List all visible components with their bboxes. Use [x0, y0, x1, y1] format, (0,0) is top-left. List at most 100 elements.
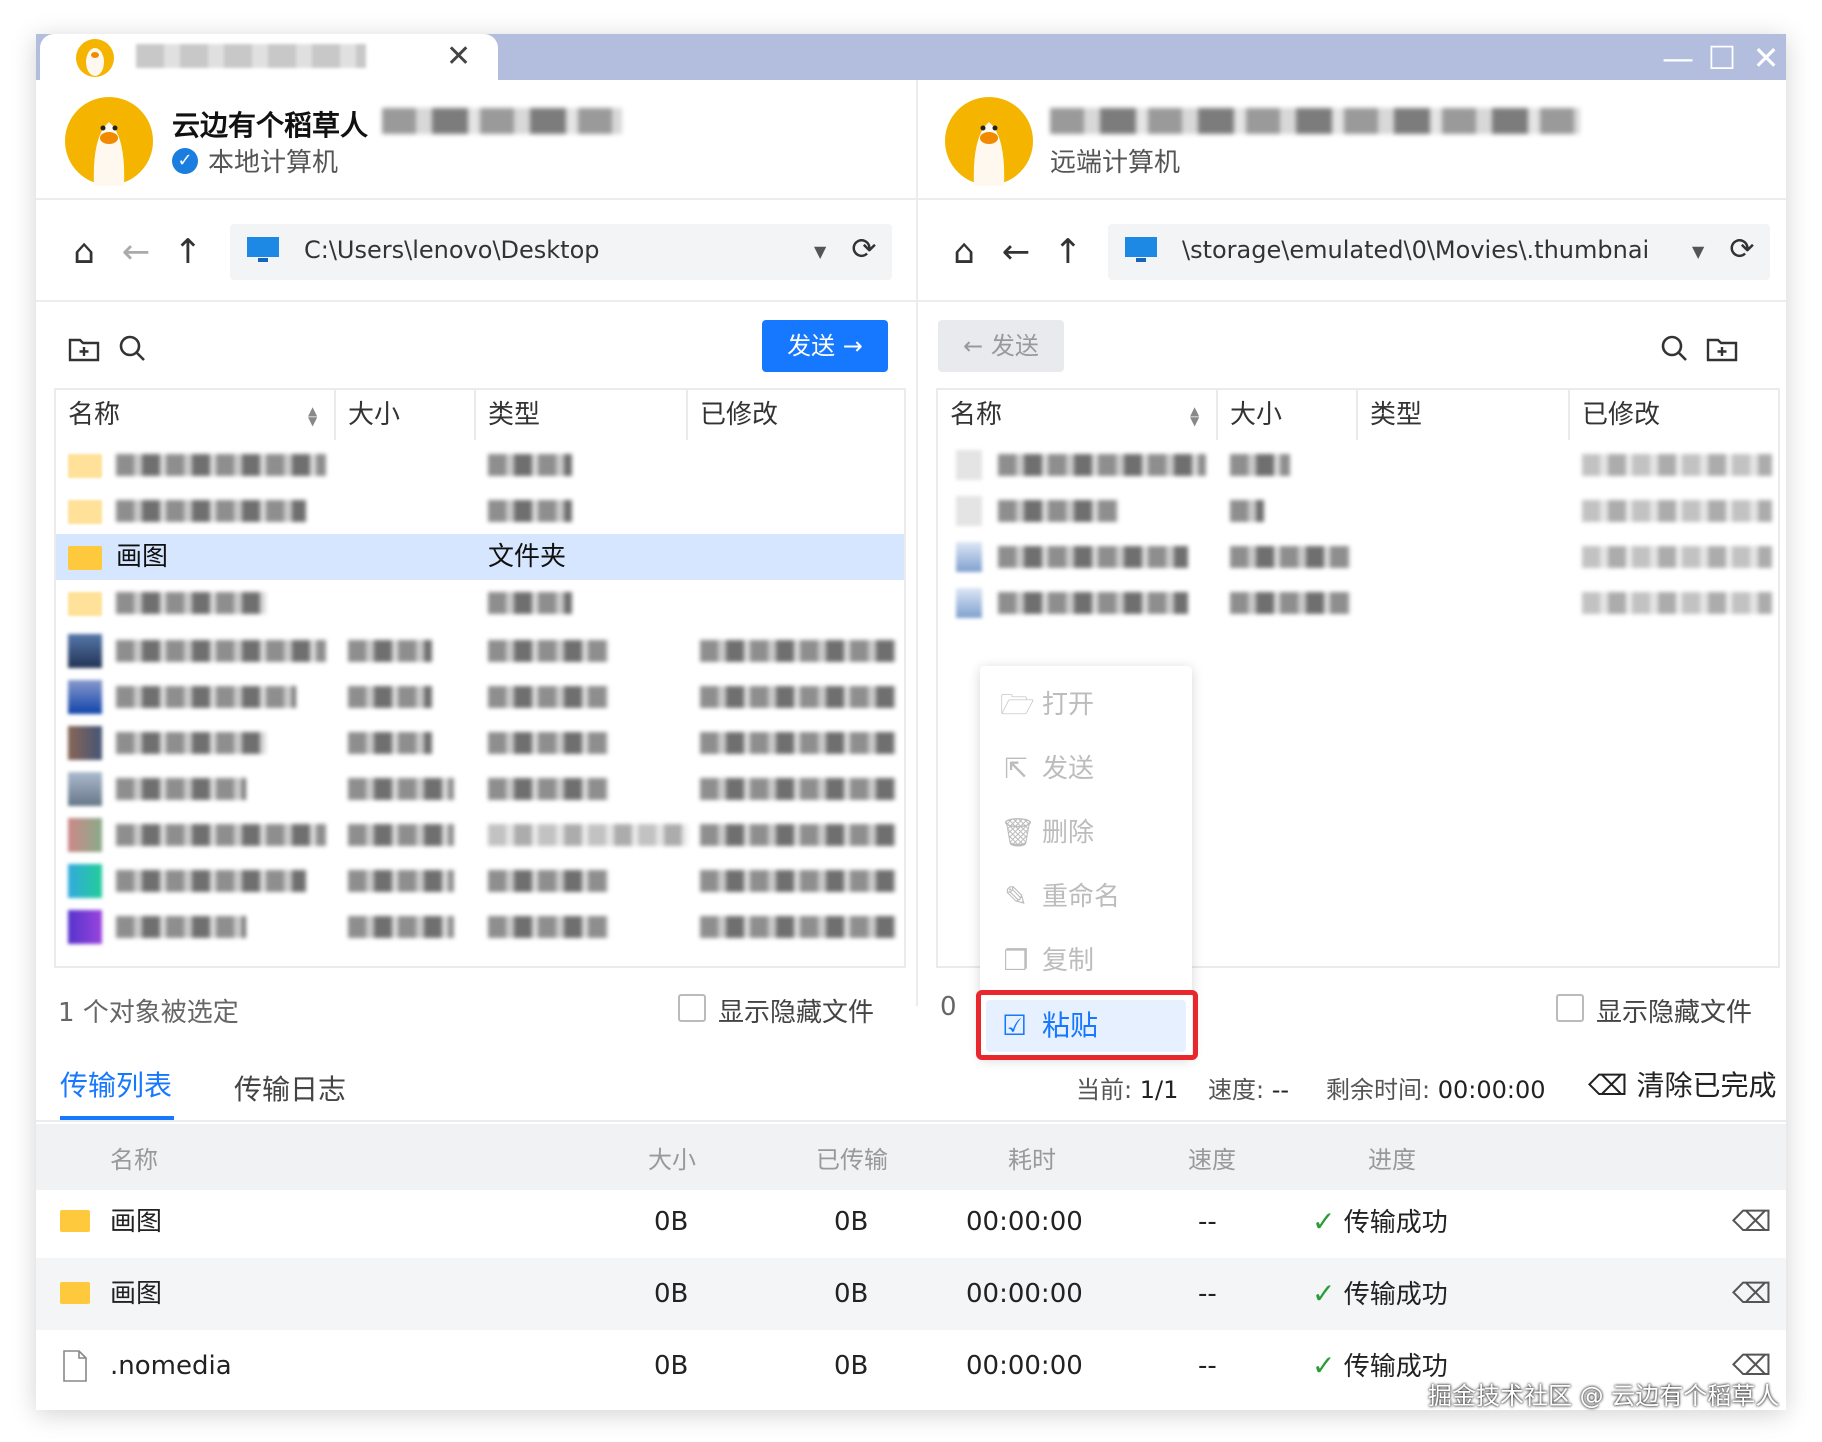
file-row-redacted[interactable]: x x x x [56, 858, 904, 904]
maximize-icon[interactable]: ☐ [1702, 38, 1742, 78]
remote-file-row-redacted[interactable]: x x x [938, 580, 1778, 626]
file-row-redacted[interactable]: x x x x [56, 812, 904, 858]
col-sep[interactable] [1216, 390, 1218, 440]
remote-refresh-icon[interactable]: ⟳ [1722, 230, 1762, 270]
col-sep[interactable] [686, 390, 688, 440]
transfer-row[interactable]: 画图 0B 0B 00:00:00 -- ✓ 传输成功 ⌫ [36, 1258, 1786, 1330]
col-type[interactable]: 类型 [488, 390, 540, 440]
refresh-icon[interactable]: ⟳ [844, 230, 884, 270]
nav-divider [36, 300, 1786, 302]
transfer-transferred: 0B [834, 1207, 869, 1237]
remote-path-box[interactable]: \storage\emulated\0\Movies\.thumbnai ▼ ⟳ [1108, 224, 1770, 280]
col-sep[interactable] [1356, 390, 1358, 440]
remote-file-row-redacted[interactable]: x x x [938, 488, 1778, 534]
remote-file-row-redacted[interactable]: x x x [938, 442, 1778, 488]
minimize-icon[interactable]: — [1658, 38, 1698, 78]
menu-label: 删除 [1042, 818, 1095, 848]
menu-label: 重命名 [1042, 882, 1121, 912]
redacted-text: x [116, 500, 306, 522]
local-file-list[interactable]: 名称 ▲▼ 大小 类型 已修改 x x x x 画图 文件夹 x x [54, 388, 906, 968]
file-row-redacted[interactable]: x x x x [56, 766, 904, 812]
remote-device-name-redacted: device [1050, 108, 1580, 134]
menu-item-delete[interactable]: 🗑 删除 [980, 804, 1192, 862]
remote-up-arrow-icon[interactable]: ↑ [1048, 232, 1088, 272]
title-bar: redacted ✕ — ☐ ✕ [36, 34, 1786, 80]
search-icon[interactable] [114, 330, 150, 366]
remote-new-folder-icon[interactable] [1704, 330, 1740, 366]
remote-col-size[interactable]: 大小 [1230, 390, 1282, 440]
col-name[interactable]: 名称 [68, 390, 120, 440]
back-arrow-icon[interactable]: ← [116, 232, 156, 272]
transfer-name: 画图 [110, 1207, 163, 1237]
remote-show-hidden-label[interactable]: 显示隐藏文件 [1596, 992, 1752, 1029]
remote-search-icon[interactable] [1656, 330, 1692, 366]
remote-path-text[interactable]: \storage\emulated\0\Movies\.thumbnai [1182, 236, 1682, 264]
menu-item-send[interactable]: ⇱ 发送 [980, 740, 1192, 798]
col-size[interactable]: 大小 [348, 390, 400, 440]
open-folder-icon: 🗁 [1000, 688, 1035, 721]
redacted-text: x [348, 640, 432, 662]
col-sep[interactable] [1568, 390, 1570, 440]
tab-close-icon[interactable]: ✕ [446, 42, 471, 72]
file-row-redacted[interactable]: x x x x [56, 628, 904, 674]
home-icon[interactable]: ⌂ [64, 232, 104, 272]
transfer-size: 0B [654, 1207, 689, 1237]
verified-check-icon: ✓ [172, 148, 198, 174]
remote-show-hidden-checkbox[interactable] [1556, 994, 1584, 1022]
remote-back-arrow-icon[interactable]: ← [996, 232, 1036, 272]
file-row-redacted[interactable]: x x x x [56, 674, 904, 720]
local-path-text[interactable]: C:\Users\lenovo\Desktop [304, 236, 804, 264]
local-show-hidden-checkbox[interactable] [678, 994, 706, 1022]
path-dropdown-icon[interactable]: ▼ [814, 242, 826, 261]
remote-col-type[interactable]: 类型 [1370, 390, 1422, 440]
remote-home-icon[interactable]: ⌂ [944, 232, 984, 272]
menu-item-copy[interactable]: ❐ 复制 [980, 932, 1192, 990]
eraser-icon[interactable]: ⌫ [1732, 1186, 1772, 1258]
send-to-local-button[interactable]: ← 发送 [938, 320, 1064, 372]
col-sep[interactable] [334, 390, 336, 440]
redacted-text: x [116, 454, 326, 476]
col-modified[interactable]: 已修改 [700, 390, 778, 440]
col-sep[interactable] [474, 390, 476, 440]
remote-col-modified[interactable]: 已修改 [1582, 390, 1660, 440]
menu-item-open[interactable]: 🗁 打开 [980, 676, 1192, 734]
transfer-elapsed: 00:00:00 [966, 1279, 1083, 1309]
redacted-text: x [998, 454, 1206, 476]
tab-transfer-list[interactable]: 传输列表 [60, 1064, 172, 1104]
sort-icon[interactable]: ▲ ▼ [308, 405, 317, 427]
remote-col-name[interactable]: 名称 [950, 390, 1002, 440]
remote-sort-icon[interactable]: ▲ ▼ [1190, 405, 1199, 427]
file-row-redacted[interactable]: x x [56, 488, 904, 534]
local-path-box[interactable]: C:\Users\lenovo\Desktop ▼ ⟳ [230, 224, 892, 280]
header-divider [36, 198, 1786, 200]
clear-completed-button[interactable]: ⌫ 清除已完成 [1588, 1064, 1777, 1104]
local-show-hidden-label[interactable]: 显示隐藏文件 [718, 992, 874, 1029]
redacted-text: x [348, 916, 454, 938]
file-row-redacted[interactable]: x x x x [56, 720, 904, 766]
close-window-icon[interactable]: ✕ [1746, 38, 1786, 78]
transfer-row[interactable]: 画图 0B 0B 00:00:00 -- ✓ 传输成功 ⌫ [36, 1186, 1786, 1258]
remote-file-row-redacted[interactable]: x x x [938, 534, 1778, 580]
menu-item-rename[interactable]: ✎ 重命名 [980, 868, 1192, 926]
new-folder-icon[interactable] [66, 330, 102, 366]
eraser-icon[interactable]: ⌫ [1732, 1258, 1772, 1330]
redacted-text: x [488, 592, 572, 614]
local-status: 1 个对象被选定 [58, 998, 239, 1028]
up-arrow-icon[interactable]: ↑ [168, 232, 208, 272]
redacted-text: x [116, 824, 326, 846]
file-icon [956, 450, 982, 480]
redacted-text: x [998, 500, 1118, 522]
send-to-remote-button[interactable]: 发送 → [762, 320, 888, 372]
file-row-redacted[interactable]: x x [56, 442, 904, 488]
success-check-icon: ✓ [1312, 1277, 1336, 1310]
file-row-redacted[interactable]: x x [56, 580, 904, 626]
folder-icon [68, 500, 102, 524]
session-tab[interactable]: redacted ✕ [40, 34, 498, 80]
file-row-selected[interactable]: 画图 文件夹 [56, 534, 904, 580]
computer-icon [247, 237, 279, 262]
remote-path-dropdown-icon[interactable]: ▼ [1692, 242, 1704, 261]
transfer-name: .nomedia [110, 1351, 232, 1381]
paste-highlight-annotation [976, 990, 1198, 1060]
tab-transfer-log[interactable]: 传输日志 [234, 1068, 346, 1108]
file-row-redacted[interactable]: x x x x [56, 904, 904, 950]
